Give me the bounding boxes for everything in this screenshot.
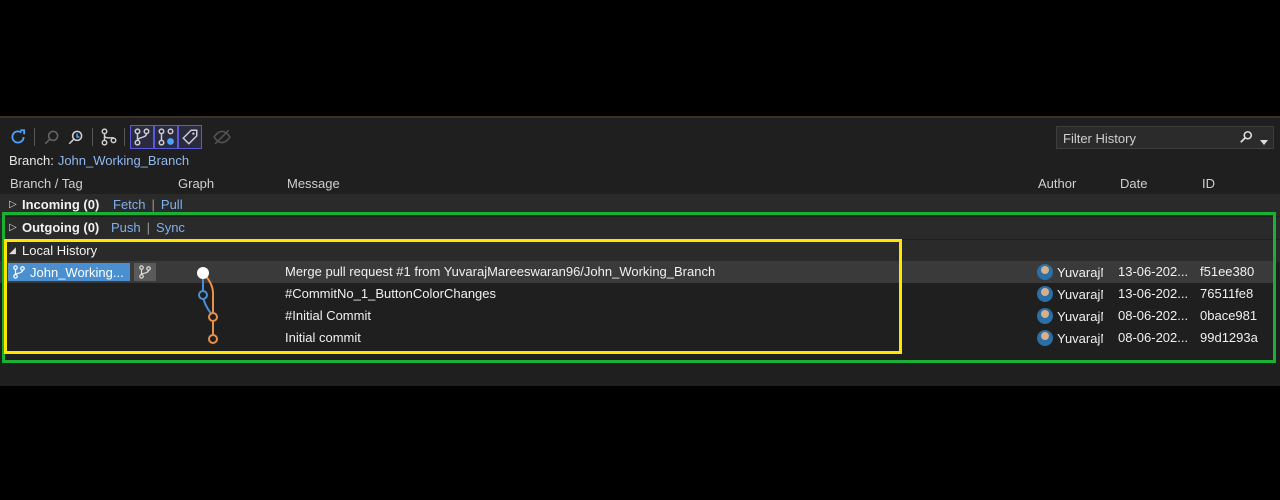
commit-date: 13-06-202... [1118,286,1188,301]
push-link[interactable]: Push [111,220,141,235]
commit-author: YuvarajM [1037,308,1103,324]
column-author[interactable]: Author [1038,176,1076,191]
current-branch: Branch: John_Working_Branch [9,153,189,168]
commit-author: YuvarajM [1037,286,1103,302]
chevron-down-icon[interactable] [1260,134,1268,149]
branch-tag-label: John_Working... [30,264,124,280]
branch-tag[interactable]: John_Working... [8,263,130,281]
expand-icon[interactable]: ▷ [9,199,17,210]
commit-message: Initial commit [285,330,361,345]
local-history-title: Local History [22,243,98,258]
commit-date: 13-06-202... [1118,264,1188,279]
avatar [1037,330,1053,346]
collapse-icon[interactable]: ◢ [9,245,16,256]
toolbar [0,122,1280,150]
commit-id: 0bace981 [1200,308,1258,323]
pull-link[interactable]: Pull [161,197,183,212]
column-id[interactable]: ID [1202,176,1215,191]
commit-message: #CommitNo_1_ButtonColorChanges [285,286,497,301]
column-graph[interactable]: Graph [178,176,214,191]
outgoing-title: Outgoing (0) [22,220,100,235]
commit-author: YuvarajM [1037,330,1103,346]
show-remote-branches-icon[interactable] [130,125,154,149]
branch-graph-icon[interactable] [98,126,120,148]
incoming-section[interactable]: ▷ Incoming (0) Fetch | Pull [0,194,1280,216]
commit-message: #Initial Commit [285,308,371,323]
sync-link[interactable]: Sync [156,220,185,235]
fetch-link[interactable]: Fetch [113,197,146,212]
branch-icon [13,265,25,279]
refresh-icon[interactable] [7,126,29,148]
commit-row[interactable]: #Initial Commit YuvarajM 08-06-202... 0b… [0,305,1276,327]
column-date[interactable]: Date [1120,176,1147,191]
expand-icon[interactable]: ▷ [9,222,17,233]
go-to-child-icon[interactable] [41,126,63,148]
column-message[interactable]: Message [287,176,340,191]
commit-message: Merge pull request #1 from YuvarajMarees… [285,264,716,279]
remote-branch-icon[interactable] [134,263,156,281]
column-header: Branch / Tag Graph Message Author Date I… [0,174,1280,194]
commit-id: f51ee380 [1200,264,1255,279]
branch-name: John_Working_Branch [57,153,190,168]
commit-author: YuvarajM [1037,264,1103,280]
commit-id: 76511fe8 [1200,286,1254,301]
hide-icon[interactable] [211,126,233,148]
git-history-panel: Branch:John_Working_Branch Branch / Tag … [0,116,1280,386]
column-branch-tag[interactable]: Branch / Tag [10,176,83,191]
commit-id: 99d1293a [1200,330,1258,345]
commit-date: 08-06-202... [1118,308,1188,323]
avatar [1037,286,1053,302]
outgoing-section[interactable]: ▷ Outgoing (0) Push | Sync [0,217,1280,239]
avatar [1037,264,1053,280]
filter-history-input[interactable] [1057,127,1245,150]
avatar [1037,308,1053,324]
search-icon[interactable] [1239,130,1253,147]
local-history-section[interactable]: ◢ Local History [0,240,1280,262]
branch-label: Branch: [9,153,54,168]
show-local-branches-icon[interactable] [154,125,178,149]
commit-row[interactable]: John_Working... Merge pull request #1 fr… [0,261,1276,283]
show-tags-icon[interactable] [178,125,202,149]
commit-row[interactable]: #CommitNo_1_ButtonColorChanges YuvarajM … [0,283,1276,305]
go-to-parent-icon[interactable] [65,126,87,148]
commit-date: 08-06-202... [1118,330,1188,345]
filter-history [1056,126,1274,150]
commit-row[interactable]: Initial commit YuvarajM 08-06-202... 99d… [0,327,1276,349]
incoming-title: Incoming (0) [22,197,100,212]
